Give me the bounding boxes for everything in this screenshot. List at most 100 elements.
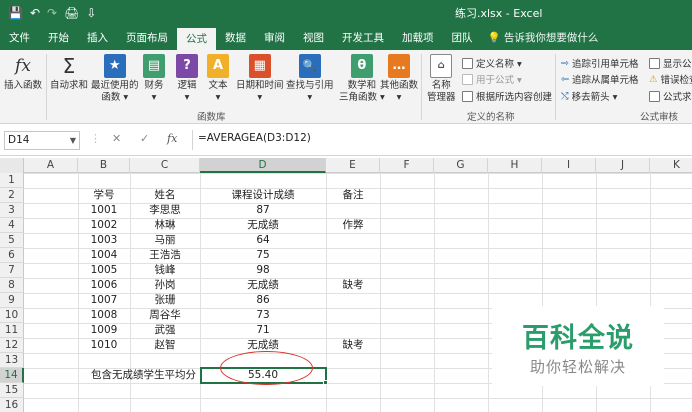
header-note[interactable]: 备注 [326,188,380,203]
use-in-formula-button[interactable]: 用于公式 ▾ [462,72,522,86]
trace-dependents-button[interactable]: ⇦ 追踪从属单元格 [561,72,638,87]
row-header[interactable]: 11 [0,323,24,338]
cell-student-id[interactable]: 1001 [78,203,130,218]
column-header-k[interactable]: K [650,158,692,173]
column-header-b[interactable]: B [78,158,130,173]
logical-button[interactable]: ? 逻辑 ▾ [176,54,198,104]
cell-student-id[interactable]: 1004 [78,248,130,263]
row-header[interactable]: 1 [0,173,24,188]
column-header-c[interactable]: C [130,158,200,173]
create-from-selection-button[interactable]: 根据所选内容创建 [462,89,552,103]
cell-student-id[interactable]: 1006 [78,278,130,293]
row-header[interactable]: 9 [0,293,24,308]
row-header[interactable]: 2 [0,188,24,203]
cell-note[interactable]: 缺考 [326,338,380,353]
show-formulas-button[interactable]: 显示公式 [649,56,692,70]
tab-insert[interactable]: 插入 [78,26,117,50]
define-name-button[interactable]: 定义名称 ▾ [462,56,522,70]
row-header[interactable]: 7 [0,263,24,278]
redo-icon[interactable]: ↷ [47,4,57,22]
column-header-j[interactable]: J [596,158,650,173]
cancel-icon[interactable]: ✕ [112,132,121,145]
fill-handle[interactable] [323,380,328,385]
cell-note[interactable]: 缺考 [326,278,380,293]
tab-review[interactable]: 审阅 [255,26,294,50]
tab-home[interactable]: 开始 [39,26,78,50]
tab-developer[interactable]: 开发工具 [333,26,393,50]
column-header-a[interactable]: A [24,158,78,173]
average-label-cell[interactable]: 包含无成绩学生平均分 [78,368,200,383]
cell-score[interactable]: 98 [200,263,326,278]
cell-note[interactable] [326,233,380,248]
cell-student-name[interactable]: 林琳 [130,218,200,233]
enter-icon[interactable]: ✓ [140,132,149,145]
math-button[interactable]: θ 数学和 三角函数 ▾ [339,54,385,104]
tell-me-box[interactable]: 💡 告诉我你想要做什么 [482,26,608,50]
datetime-button[interactable]: ▦ 日期和时间 ▾ [236,54,284,104]
cell-student-name[interactable]: 孙岗 [130,278,200,293]
row-header[interactable]: 14 [0,368,24,383]
save-icon[interactable]: 💾 [8,4,23,22]
trace-precedents-button[interactable]: ⇨ 追踪引用单元格 [561,56,638,71]
cell-student-name[interactable]: 周谷华 [130,308,200,323]
cell-student-id[interactable]: 1010 [78,338,130,353]
tab-addins[interactable]: 加载项 [393,26,443,50]
recent-functions-button[interactable]: ★ 最近使用的 函数 ▾ [91,54,139,104]
row-header[interactable]: 8 [0,278,24,293]
cell-note[interactable] [326,323,380,338]
insert-function-icon[interactable]: fx [167,132,177,145]
cell-score[interactable]: 73 [200,308,326,323]
row-header[interactable]: 10 [0,308,24,323]
tab-view[interactable]: 视图 [294,26,333,50]
cell-score[interactable]: 71 [200,323,326,338]
chevron-down-icon[interactable]: ▼ [70,132,76,149]
tab-data[interactable]: 数据 [216,26,255,50]
column-header-d[interactable]: D [200,158,326,173]
cell-note[interactable] [326,248,380,263]
column-header-h[interactable]: H [488,158,542,173]
row-header[interactable]: 15 [0,383,24,398]
formula-input[interactable]: =AVERAGEA(D3:D12) [198,132,311,144]
autosum-button[interactable]: Σ 自动求和 [50,54,88,92]
column-header-e[interactable]: E [326,158,380,173]
row-header[interactable]: 4 [0,218,24,233]
cell-student-id[interactable]: 1009 [78,323,130,338]
cell-student-name[interactable]: 赵智 [130,338,200,353]
column-header-i[interactable]: I [542,158,596,173]
row-header[interactable]: 5 [0,233,24,248]
tab-formulas[interactable]: 公式 [177,28,216,50]
tab-team[interactable]: 团队 [443,26,482,50]
error-checking-button[interactable]: ⚠错误检查 [649,72,692,87]
cell-student-name[interactable]: 马丽 [130,233,200,248]
cell-note[interactable] [326,203,380,218]
header-student-id[interactable]: 学号 [78,188,130,203]
cell-score[interactable]: 64 [200,233,326,248]
row-header[interactable]: 6 [0,248,24,263]
cell-score[interactable]: 87 [200,203,326,218]
cell-score[interactable]: 75 [200,248,326,263]
name-manager-button[interactable]: ⌂ 名称 管理器 [427,54,456,104]
undo-icon[interactable]: ↶ [30,4,40,22]
row-header[interactable]: 13 [0,353,24,368]
cell-note[interactable] [326,293,380,308]
tab-file[interactable]: 文件 [0,26,39,50]
header-score[interactable]: 课程设计成绩 [200,188,326,203]
cell-student-name[interactable]: 李思思 [130,203,200,218]
cell-student-id[interactable]: 1008 [78,308,130,323]
row-header[interactable]: 3 [0,203,24,218]
column-header-g[interactable]: G [434,158,488,173]
cell-student-id[interactable]: 1007 [78,293,130,308]
evaluate-formula-button[interactable]: 公式求值 [649,89,692,103]
remove-arrows-button[interactable]: ⤭ 移去箭头 ▾ [561,89,617,104]
customize-qat-icon[interactable]: ⇩ [86,4,96,22]
select-all-corner[interactable] [0,158,24,173]
cell-note[interactable] [326,308,380,323]
insert-function-button[interactable]: fx 插入函数 [4,54,42,92]
cell-note[interactable]: 作弊 [326,218,380,233]
cell-student-name[interactable]: 钱峰 [130,263,200,278]
cell-note[interactable] [326,263,380,278]
lookup-button[interactable]: 🔍 查找与引用 ▾ [286,54,334,104]
row-header[interactable]: 12 [0,338,24,353]
financial-button[interactable]: ▤ 财务 ▾ [143,54,165,104]
cell-score[interactable]: 无成绩 [200,218,326,233]
